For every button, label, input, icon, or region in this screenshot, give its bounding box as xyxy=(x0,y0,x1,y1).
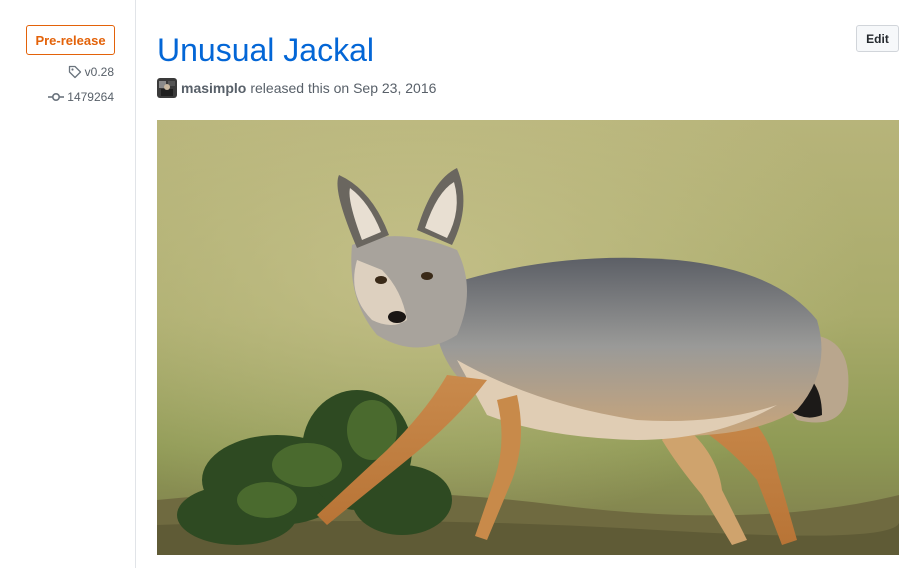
release-tag-label: v0.28 xyxy=(84,65,114,79)
edit-button[interactable]: Edit xyxy=(856,25,899,52)
release-tag-link[interactable]: v0.28 xyxy=(68,65,114,79)
commit-icon xyxy=(48,90,65,104)
release-byline: masimplo released this on Sep 23, 2016 xyxy=(157,78,436,98)
release-image xyxy=(157,120,899,555)
avatar[interactable] xyxy=(157,78,177,98)
prerelease-badge-label: Pre-release xyxy=(35,32,106,48)
edit-button-label: Edit xyxy=(866,31,889,46)
prerelease-badge: Pre-release xyxy=(26,25,115,55)
release-main: Unusual Jackal Edit masimplo released th… xyxy=(157,0,899,568)
release-commit-link[interactable]: 1479264 xyxy=(48,90,114,104)
release-sidebar: Pre-release v0.28 1479264 xyxy=(0,0,136,568)
release-date-text: released this on Sep 23, 2016 xyxy=(250,80,437,96)
author-link[interactable]: masimplo xyxy=(181,80,246,96)
release-title[interactable]: Unusual Jackal xyxy=(157,30,374,70)
release-commit-label: 1479264 xyxy=(67,90,114,104)
tag-icon xyxy=(68,65,82,79)
